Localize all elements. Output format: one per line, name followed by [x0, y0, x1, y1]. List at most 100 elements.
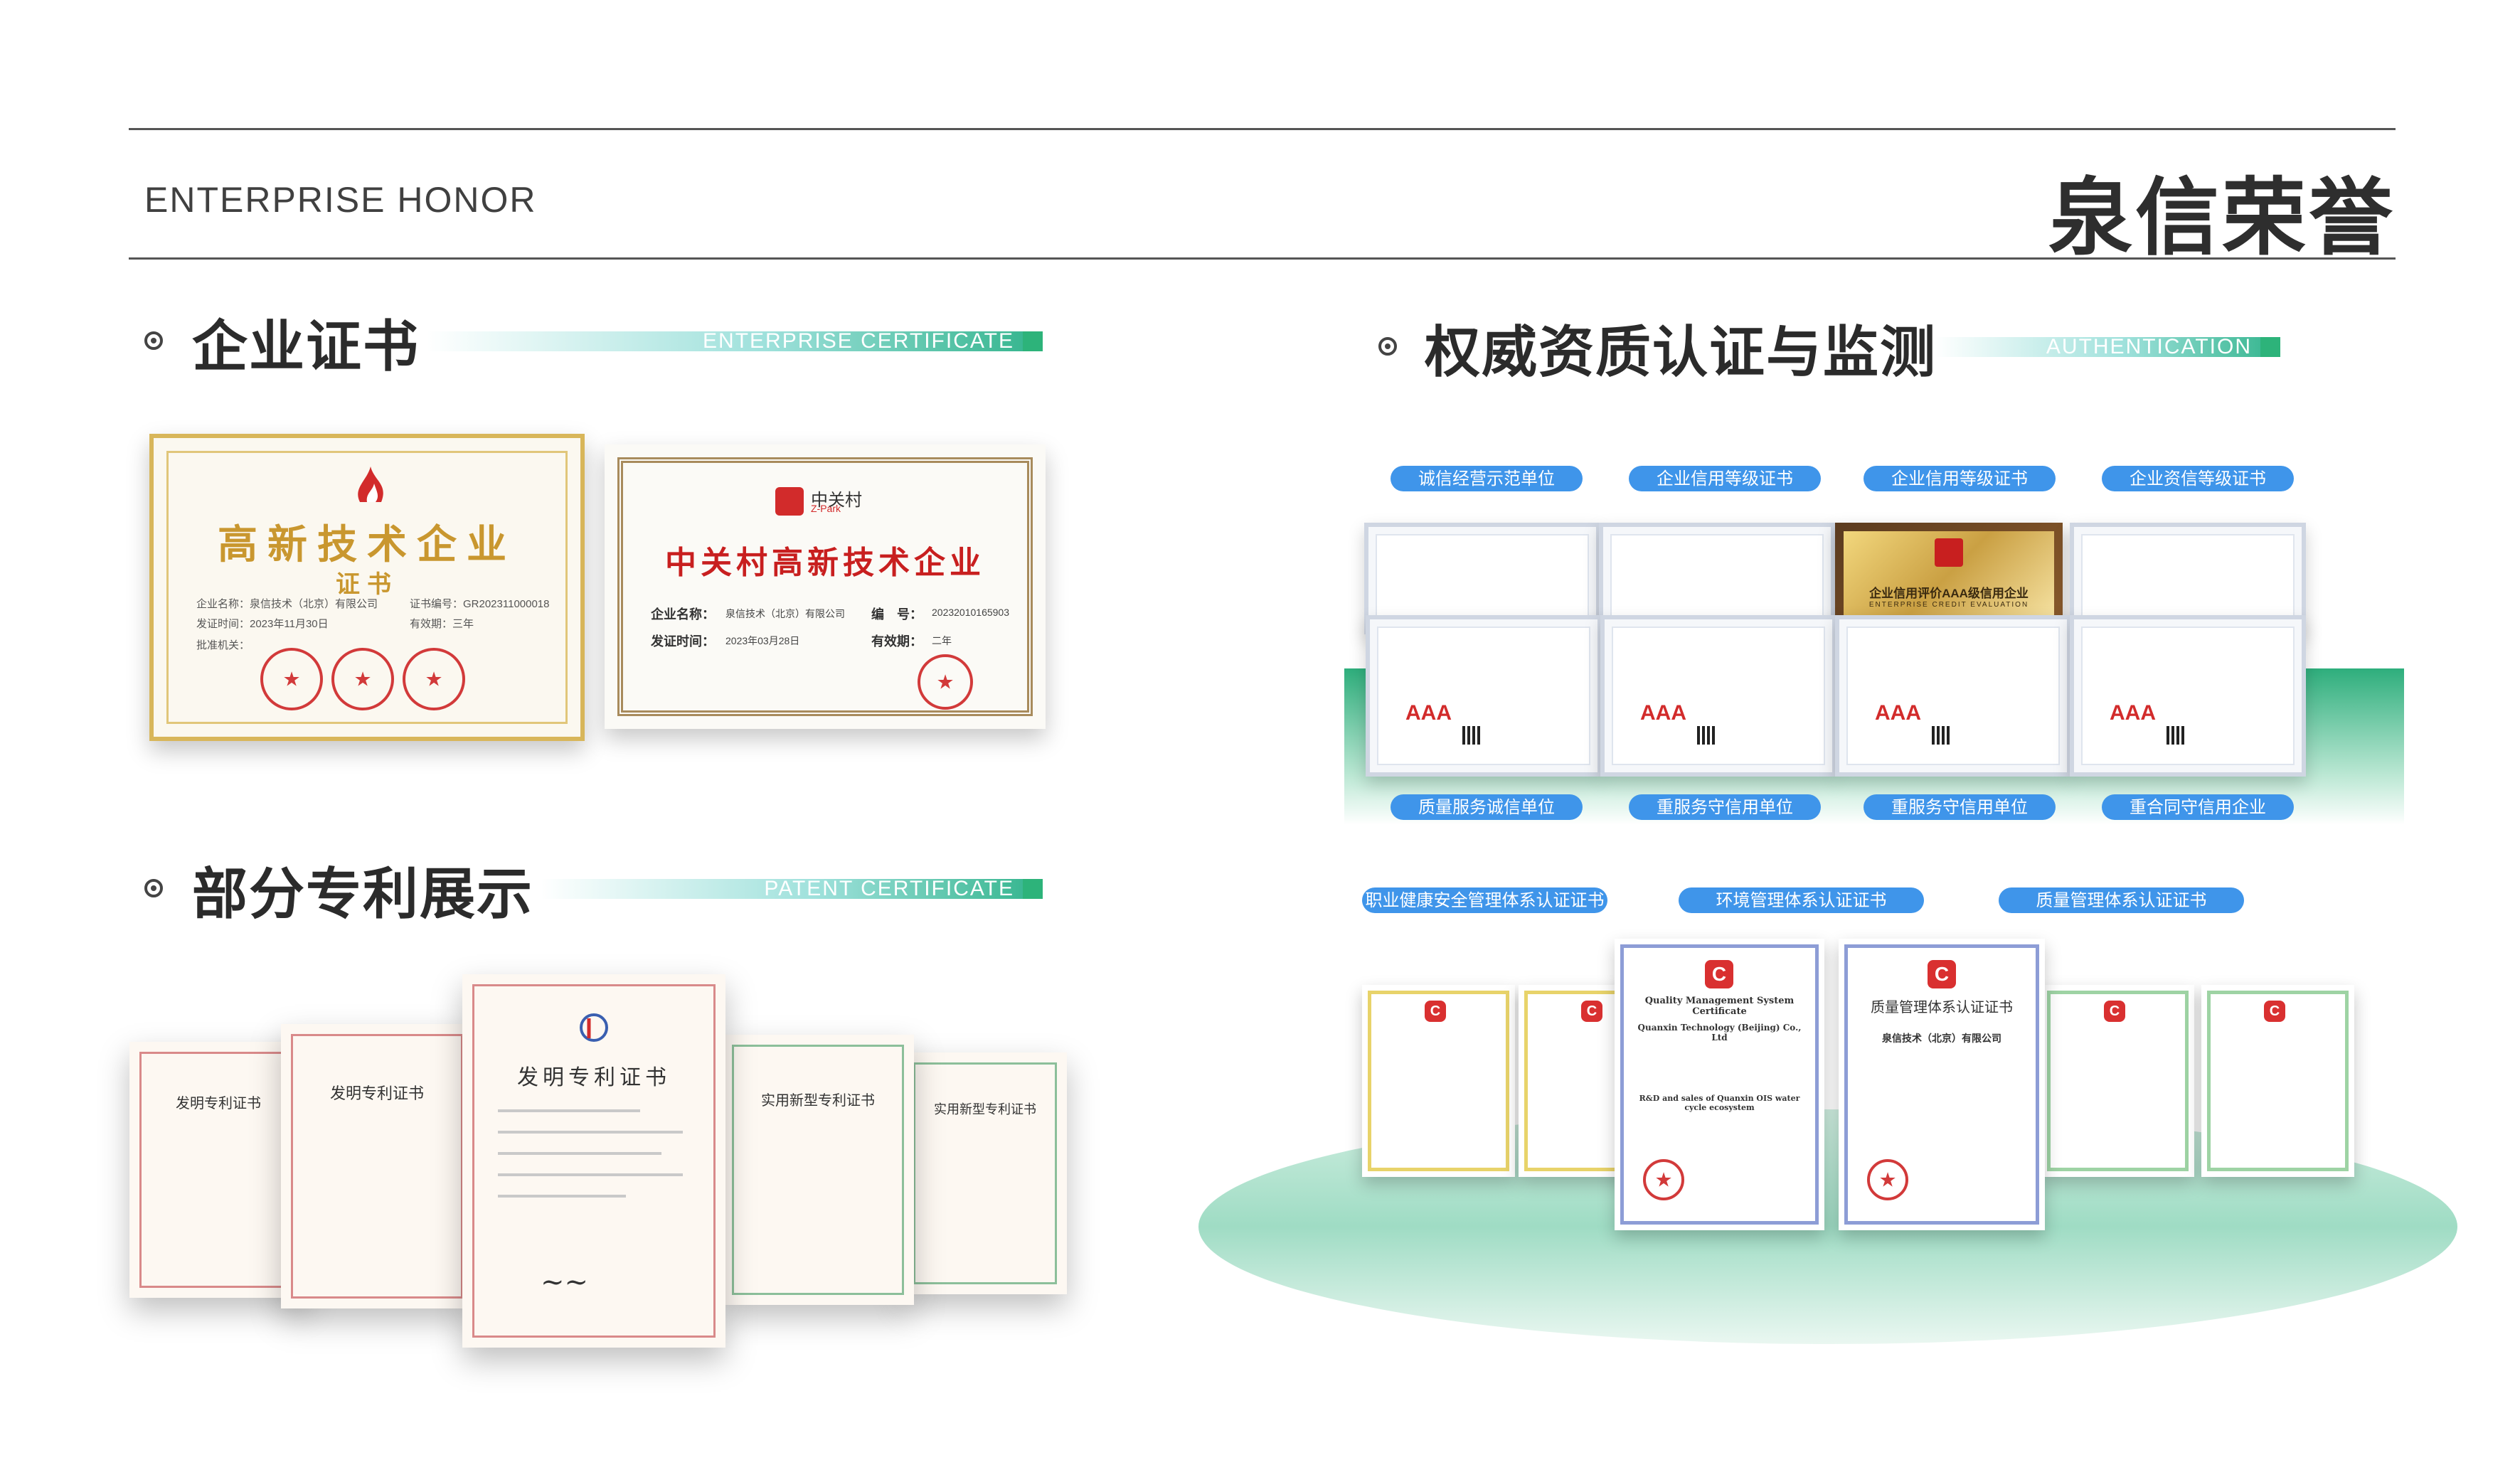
cert-body-logo-icon: C	[1581, 1001, 1602, 1022]
patent-title: 发明专利证书	[329, 1085, 424, 1103]
iso-badge: 职业健康安全管理体系认证证书	[1362, 887, 1607, 913]
cert-badge: 重服务守信用单位	[1864, 794, 2056, 820]
patent-title: 实用新型专利证书	[761, 1092, 875, 1109]
plaque-subtitle: ENTERPRISE CREDIT EVALUATION	[1868, 601, 2029, 609]
bottom-rule	[129, 257, 2396, 260]
zgc-row-value: 二年	[932, 635, 952, 646]
section-title-enterprise: 企业证书	[192, 315, 420, 379]
bar-end-block	[1023, 879, 1043, 899]
patent-title: 实用新型专利证书	[934, 1102, 1036, 1117]
patent-title: 发明专利证书	[517, 1065, 671, 1090]
qr-code-icon	[1697, 726, 1716, 745]
text-line	[498, 1173, 683, 1176]
plaque-title: 企业信用评价AAA级信用企业	[1869, 587, 2029, 600]
zgc-row-value: 泉信技术（北京）有限公司	[725, 608, 845, 619]
credit-cert-inner	[1612, 627, 1825, 765]
aaa-label: AAA	[1405, 701, 1452, 725]
cert-body-logo-icon: C	[2104, 1001, 2125, 1022]
zgc-row-value: 2023年03月28日	[725, 635, 800, 646]
cert-body-logo-icon: C	[2264, 1001, 2285, 1022]
zgc-row-label: 发证时间：	[651, 634, 715, 649]
qms-en-company: Quanxin Technology (Beijing) Co., Ltd	[1637, 1023, 1802, 1043]
plaque-logo-icon	[1935, 538, 1963, 567]
qms-en-title: Quality Management System Certificate	[1644, 996, 1795, 1017]
red-seal-stamp	[260, 648, 323, 710]
cert-badge: 诚信经营示范单位	[1391, 466, 1583, 491]
zgc-row-value: 20232010165903	[932, 607, 1010, 618]
cert-body-logo-icon: C	[1425, 1001, 1446, 1022]
bullet-icon	[144, 879, 163, 897]
bar-end-block	[1023, 331, 1043, 351]
patent-frame	[913, 1062, 1057, 1284]
gold-cert-row: 发证时间：2023年11月30日	[196, 618, 329, 630]
text-line	[498, 1195, 626, 1198]
iso-certificate: C	[2201, 985, 2354, 1177]
text-line	[498, 1131, 683, 1134]
patent-frame	[732, 1045, 904, 1295]
section-bar-patent: PATENT CERTIFICATE	[541, 877, 1043, 900]
credit-certificate-aaa: AAA	[1366, 615, 1602, 777]
zgc-logo-icon	[775, 487, 804, 516]
zgc-row-label: 编 号：	[871, 607, 923, 622]
bar-end-block	[2260, 337, 2280, 357]
cert-badge: 质量服务诚信单位	[1391, 794, 1583, 820]
text-line	[498, 1152, 661, 1155]
red-seal-stamp	[331, 648, 394, 710]
cert-body-logo-icon: C	[1928, 960, 1956, 988]
zgc-logo-text-en: Z-Park	[811, 503, 841, 514]
patent-certificate: 实用新型专利证书	[903, 1052, 1067, 1294]
qms-cn-company: 泉信技术（北京）有限公司	[1882, 1033, 2001, 1044]
zgc-cert-title: 中关村高新技术企业	[665, 545, 985, 581]
qr-code-icon	[1462, 726, 1481, 745]
zgc-high-tech-certificate: 中关村 Z-Park 中关村高新技术企业 企业名称： 泉信技术（北京）有限公司 …	[605, 444, 1046, 729]
section-subtitle-authentication: AUTHENTICATION	[2046, 335, 2252, 358]
patent-certificate: 实用新型专利证书	[722, 1035, 914, 1305]
aaa-label: AAA	[2110, 701, 2156, 725]
torch-logo-icon	[358, 467, 383, 502]
section-bar-enterprise: ENTERPRISE CERTIFICATE	[427, 331, 1043, 352]
credit-cert-inner	[1376, 534, 1589, 623]
credit-cert-inner	[1610, 534, 1824, 623]
gold-cert-title: 高新技术企业	[218, 522, 516, 568]
section-title-authentication: 权威资质认证与监测	[1425, 321, 1937, 385]
cert-badge: 重合同守信用企业	[2102, 794, 2294, 820]
cert-badge: 企业资信等级证书	[2102, 466, 2294, 491]
header-title-cn: 泉信荣誉	[2048, 169, 2396, 267]
patent-frame	[291, 1034, 463, 1299]
bullet-icon	[144, 331, 163, 350]
qms-cn-title: 质量管理体系认证证书	[1871, 998, 2013, 1015]
aaa-credit-plaque: 企业信用评价AAA级信用企业 ENTERPRISE CREDIT EVALUAT…	[1835, 523, 2063, 626]
cert-badge: 企业信用等级证书	[1629, 466, 1821, 491]
iso-badge: 质量管理体系认证证书	[1999, 887, 2244, 913]
iso-certificate: C	[2041, 985, 2194, 1177]
gold-cert-row: 证书编号：GR202311000018	[410, 598, 550, 610]
credit-certificate-aaa: AAA	[1835, 615, 2071, 777]
zgc-row-label: 企业名称：	[651, 607, 715, 622]
signature-icon: ~~	[541, 1266, 589, 1299]
credit-cert-inner	[2081, 627, 2295, 765]
credit-cert-inner	[2081, 534, 2295, 623]
gold-cert-subtitle: 证书	[336, 570, 398, 599]
bullet-icon	[1378, 337, 1397, 356]
red-seal-stamp	[1643, 1159, 1684, 1200]
iso-badge: 环境管理体系认证证书	[1679, 887, 1924, 913]
qms-en-scope: R&D and sales of Quanxin OIS water cycle…	[1639, 1094, 1800, 1112]
credit-certificate-aaa: AAA	[1600, 615, 1836, 777]
credit-cert-inner	[1377, 627, 1590, 765]
patent-office-logo-icon	[580, 1013, 608, 1042]
section-subtitle-patent: PATENT CERTIFICATE	[764, 877, 1014, 900]
section-title-patent: 部分专利展示	[192, 863, 534, 927]
iso-certificate-qms-cn: C 质量管理体系认证证书 泉信技术（北京）有限公司	[1839, 939, 2045, 1230]
qr-code-icon	[1932, 726, 1950, 745]
gold-cert-row: 有效期：三年	[410, 618, 474, 630]
patent-frame	[139, 1052, 297, 1288]
gold-cert-row: 企业名称：泉信技术（北京）有限公司	[196, 598, 378, 610]
credit-cert-inner	[1846, 627, 2060, 765]
cert-body-logo-icon: C	[1705, 960, 1733, 988]
iso-certificate-qms-en: C Quality Management System Certificate …	[1615, 939, 1824, 1230]
cert-badge: 重服务守信用单位	[1629, 794, 1821, 820]
section-bar-authentication: AUTHENTICATION	[1935, 335, 2280, 358]
iso-certificate: C	[1362, 985, 1515, 1177]
credit-certificate-aaa: AAA	[2070, 615, 2306, 777]
red-seal-stamp	[918, 654, 973, 710]
